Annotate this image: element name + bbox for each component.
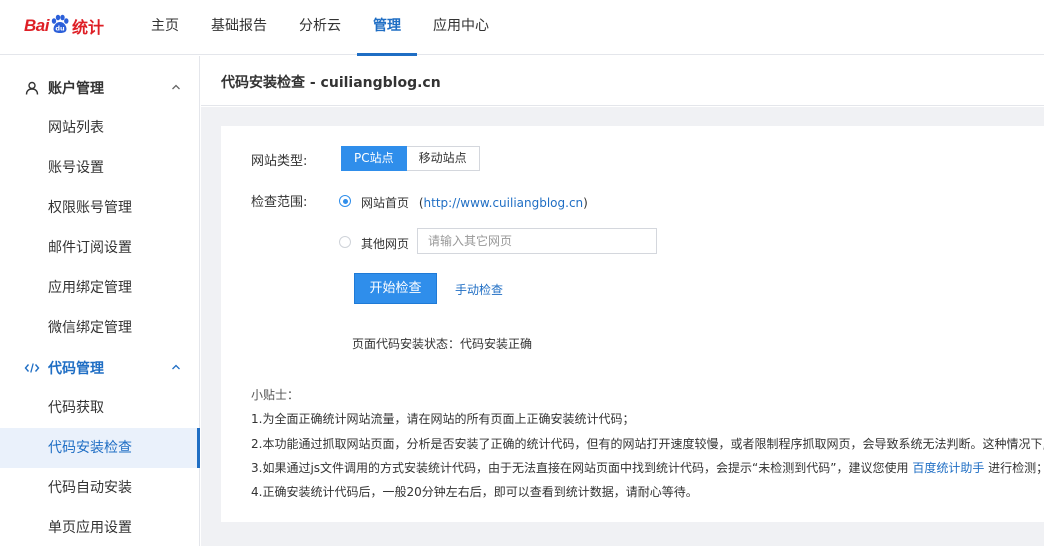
check-scope-label: 检查范围: (251, 195, 308, 210)
other-page-input[interactable] (417, 228, 657, 254)
tip-line-3: 3.如果通过js文件调用的方式安装统计代码，由于无法直接在网站页面中找到统计代码… (251, 459, 1044, 476)
chevron-up-icon (172, 84, 180, 90)
sidebar-item-account-settings[interactable]: 账号设置 (0, 148, 199, 188)
sidebar-item-permission-accounts[interactable]: 权限账号管理 (0, 188, 199, 228)
page-header: 代码安装检查 - cuiliangblog.cn (201, 56, 1044, 106)
sidebar-group-code[interactable]: 代码管理 (0, 348, 199, 388)
homepage-radio[interactable] (339, 195, 351, 207)
nav-management[interactable]: 管理 (357, 0, 417, 56)
logo-paw-text: du (55, 25, 65, 33)
nav-app-center[interactable]: 应用中心 (417, 0, 505, 55)
install-status-text: 页面代码安装状态：代码安装正确 (352, 337, 533, 351)
site-type-toggle: PC站点 移动站点 (341, 146, 480, 171)
other-page-radio-label: 其他网页 (361, 237, 410, 251)
start-check-button[interactable]: 开始检查 (354, 273, 437, 304)
homepage-radio-label: 网站首页 (361, 196, 410, 210)
sidebar-item-spa-settings[interactable]: 单页应用设置 (0, 508, 199, 548)
tip-line-3-text: 3.如果通过js文件调用的方式安装统计代码，由于无法直接在网站页面中找到统计代码… (251, 461, 909, 475)
homepage-option: 网站首页 (http://www.cuiliangblog.cn) (361, 194, 588, 211)
main-nav: 主页 基础报告 分析云 管理 应用中心 (135, 0, 505, 56)
user-icon (24, 80, 40, 96)
sidebar-item-email-subscription[interactable]: 邮件订阅设置 (0, 228, 199, 268)
sidebar-item-site-list[interactable]: 网站列表 (0, 108, 199, 148)
site-type-label: 网站类型: (251, 154, 308, 169)
sidebar: 账户管理 网站列表 账号设置 权限账号管理 邮件订阅设置 应用绑定管理 微信绑定… (0, 56, 200, 546)
sidebar-group-code-label: 代码管理 (48, 361, 104, 377)
tip-line-4: 4.正确安装统计代码后，一般20分钟左右后，即可以查看到统计数据，请耐心等待。 (251, 485, 698, 499)
logo-brand-text: Bai (24, 16, 49, 35)
sidebar-group-account-label: 账户管理 (48, 81, 104, 97)
sidebar-item-auto-install[interactable]: 代码自动安装 (0, 468, 199, 508)
pc-site-button[interactable]: PC站点 (341, 146, 407, 171)
tip-line-2: 2.本功能通过抓取网站页面，分析是否安装了正确的统计代码，但有的网站打开速度较慢… (251, 437, 1044, 451)
sidebar-item-wechat-binding[interactable]: 微信绑定管理 (0, 308, 199, 348)
sidebar-item-app-binding[interactable]: 应用绑定管理 (0, 268, 199, 308)
homepage-url-suffix: ) (583, 196, 588, 210)
sidebar-item-get-code[interactable]: 代码获取 (0, 388, 199, 428)
tip-line-1: 1.为全面正确统计网站流量，请在网站的所有页面上正确安装统计代码； (251, 412, 635, 426)
other-page-radio[interactable] (339, 236, 351, 248)
top-navbar: Bai du 统计 主页 基础报告 分析云 管理 应用中心 (0, 0, 1044, 56)
tip-line-3-suffix: 进行检测； (988, 461, 1044, 475)
nav-basic-reports[interactable]: 基础报告 (195, 0, 283, 55)
baidu-paw-icon: du (51, 14, 69, 33)
baidu-tongji-assistant-link[interactable]: 百度统计助手 (912, 461, 984, 475)
nav-analytics-cloud[interactable]: 分析云 (283, 0, 357, 55)
nav-home[interactable]: 主页 (135, 0, 195, 55)
mobile-site-button[interactable]: 移动站点 (406, 146, 480, 171)
homepage-url-link[interactable]: http://www.cuiliangblog.cn (424, 196, 584, 210)
manual-check-button[interactable]: 手动检查 (455, 281, 503, 298)
page-title: 代码安装检查 - cuiliangblog.cn (221, 75, 441, 91)
logo-product-text: 统计 (71, 18, 104, 37)
sidebar-group-account[interactable]: 账户管理 (0, 68, 199, 108)
tips-title: 小贴士： (251, 388, 300, 402)
chevron-up-icon (172, 364, 180, 370)
baidu-tongji-logo[interactable]: Bai du 统计 (24, 11, 104, 41)
code-icon (24, 360, 40, 376)
sidebar-item-code-install-check[interactable]: 代码安装检查 (0, 428, 200, 468)
